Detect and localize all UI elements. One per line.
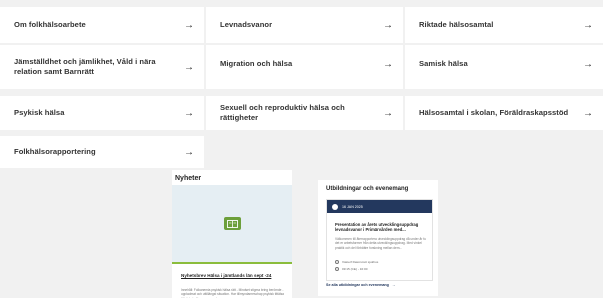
event-date-bar: 16 JAN 2025 [327,200,432,213]
topic-card-samisk-halsa[interactable]: Samisk hälsa → [405,45,603,89]
news-divider [172,262,292,264]
topic-card-halsosamtal-skolan[interactable]: Hälsosamtal i skolan, Föräldraskapsstöd … [405,96,603,130]
arrow-right-icon: → [184,61,194,73]
arrow-right-icon: → [391,283,396,287]
event-location-text: Västerf Datorsmöt sjukhus [342,260,379,264]
news-section: Nyheter Nyhetsbrev Hälsa i jämtlands län… [172,170,292,298]
arrow-right-icon: → [583,19,593,31]
topic-label: Om folkhälsoarbete [14,20,86,29]
topic-card-riktade-halsosamtal[interactable]: Riktade hälsosamtal → [405,7,603,43]
topic-label: Hälsosamtal i skolan, Föräldraskapsstöd [419,108,569,117]
arrow-right-icon: → [583,107,593,119]
news-excerpt: Innehåll: Folkanemia psykisk hälsa rätt … [181,288,284,298]
news-heading: Nyheter [175,175,202,182]
topic-label: Levnadsvanor [220,20,273,29]
event-time-text: 09:15 (CE) - 16:00 [342,267,368,271]
topic-label: Migration och hälsa [220,59,293,68]
topic-card-om-folkhalsoarbete[interactable]: Om folkhälsoarbete → [0,7,204,43]
location-icon [335,260,339,264]
arrow-right-icon: → [184,19,194,31]
topic-label: Folkhälsorapportering [14,147,96,156]
see-all-events-link[interactable]: Se alla utbildningar och evenemang → [326,283,396,287]
see-all-label: Se alla utbildningar och evenemang [326,283,389,287]
topic-card-folkhalsorapportering[interactable]: Folkhälsorapportering → [0,136,204,168]
events-section: Utbildningar och evenemang 16 JAN 2025 P… [318,180,438,296]
topic-label: Samisk hälsa [419,59,468,68]
topic-label: Sexuell och reproduktiv hälsa och rättig… [220,103,345,122]
topic-label: Jämställdhet och jämlikhet, Våld i nära … [14,57,156,76]
event-date: 16 JAN 2025 [342,204,363,209]
topic-card-sexuell-reproduktiv-halsa[interactable]: Sexuell och reproduktiv hälsa och rättig… [206,96,403,130]
topic-label: Riktade hälsosamtal [419,20,494,29]
news-image[interactable] [172,185,292,262]
topic-card-jamstalldhet[interactable]: Jämställdhet och jämlikhet, Våld i nära … [0,45,204,89]
calendar-icon [332,203,338,210]
events-heading: Utbildningar och evenemang [326,186,409,192]
arrow-right-icon: → [383,107,393,119]
clock-icon [335,267,339,271]
event-card[interactable]: 16 JAN 2025 Presentation av årets utveck… [326,199,433,281]
event-description: Välkommen till återrapportera utveckling… [335,237,426,250]
event-location: Västerf Datorsmöt sjukhus [335,260,378,264]
topic-card-migration[interactable]: Migration och hälsa → [206,45,403,89]
arrow-right-icon: → [583,59,593,70]
arrow-right-icon: → [184,107,194,119]
event-title[interactable]: Presentation av årets utvecklingsuppdrag… [335,222,427,233]
arrow-right-icon: → [383,19,393,31]
event-time: 09:15 (CE) - 16:00 [335,267,367,271]
topic-label: Psykisk hälsa [14,108,65,117]
topic-card-levnadsvanor[interactable]: Levnadsvanor → [206,7,403,43]
newsletter-icon [223,217,241,230]
news-title-link[interactable]: Nyhetsbrev Hälsa i jämtlands län sept -2… [181,273,285,279]
arrow-right-icon: → [184,146,194,158]
topic-card-psykisk-halsa[interactable]: Psykisk hälsa → [0,96,204,130]
arrow-right-icon: → [383,59,393,70]
